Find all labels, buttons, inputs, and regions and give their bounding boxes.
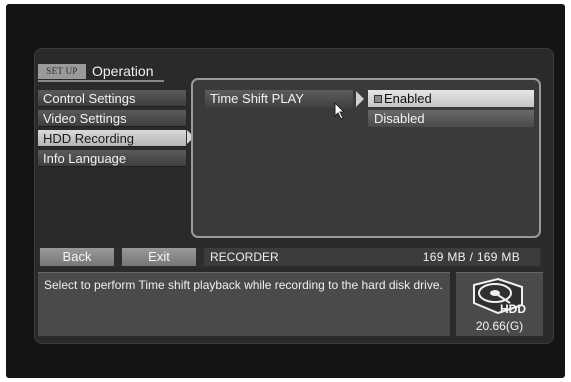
back-button[interactable]: Back <box>40 248 114 266</box>
choice-disabled[interactable]: Disabled <box>368 110 534 127</box>
sidebar-item-info-language[interactable]: Info Language <box>38 150 186 167</box>
option-time-shift-play[interactable]: Time Shift PLAY <box>205 90 353 108</box>
sidebar-item-video-settings[interactable]: Video Settings <box>38 110 186 127</box>
selected-marker-icon <box>374 95 382 103</box>
mouse-pointer-icon <box>334 102 346 120</box>
title-underline <box>38 80 164 82</box>
help-description: Select to perform Time shift playback wh… <box>38 272 450 336</box>
choice-enabled[interactable]: Enabled <box>368 90 534 107</box>
storage-size: 169 MB / 169 MB <box>422 250 520 264</box>
page-title: Operation <box>92 63 154 79</box>
choice-enabled-label: Enabled <box>384 91 432 106</box>
exit-button[interactable]: Exit <box>122 248 196 266</box>
hdd-capacity: 20.66(G) <box>475 319 524 333</box>
sidebar-item-control-settings[interactable]: Control Settings <box>38 90 186 107</box>
mode-label: RECORDER <box>210 250 279 264</box>
sidebar-item-hdd-recording[interactable]: HDD Recording <box>38 130 186 147</box>
hdd-status: HDD 20.66(G) <box>456 272 543 336</box>
hdd-label: HDD <box>500 302 526 316</box>
status-bar: RECORDER 169 MB / 169 MB <box>204 248 540 266</box>
setup-tag: SET UP <box>38 64 86 79</box>
option-arrow-icon <box>356 91 364 107</box>
